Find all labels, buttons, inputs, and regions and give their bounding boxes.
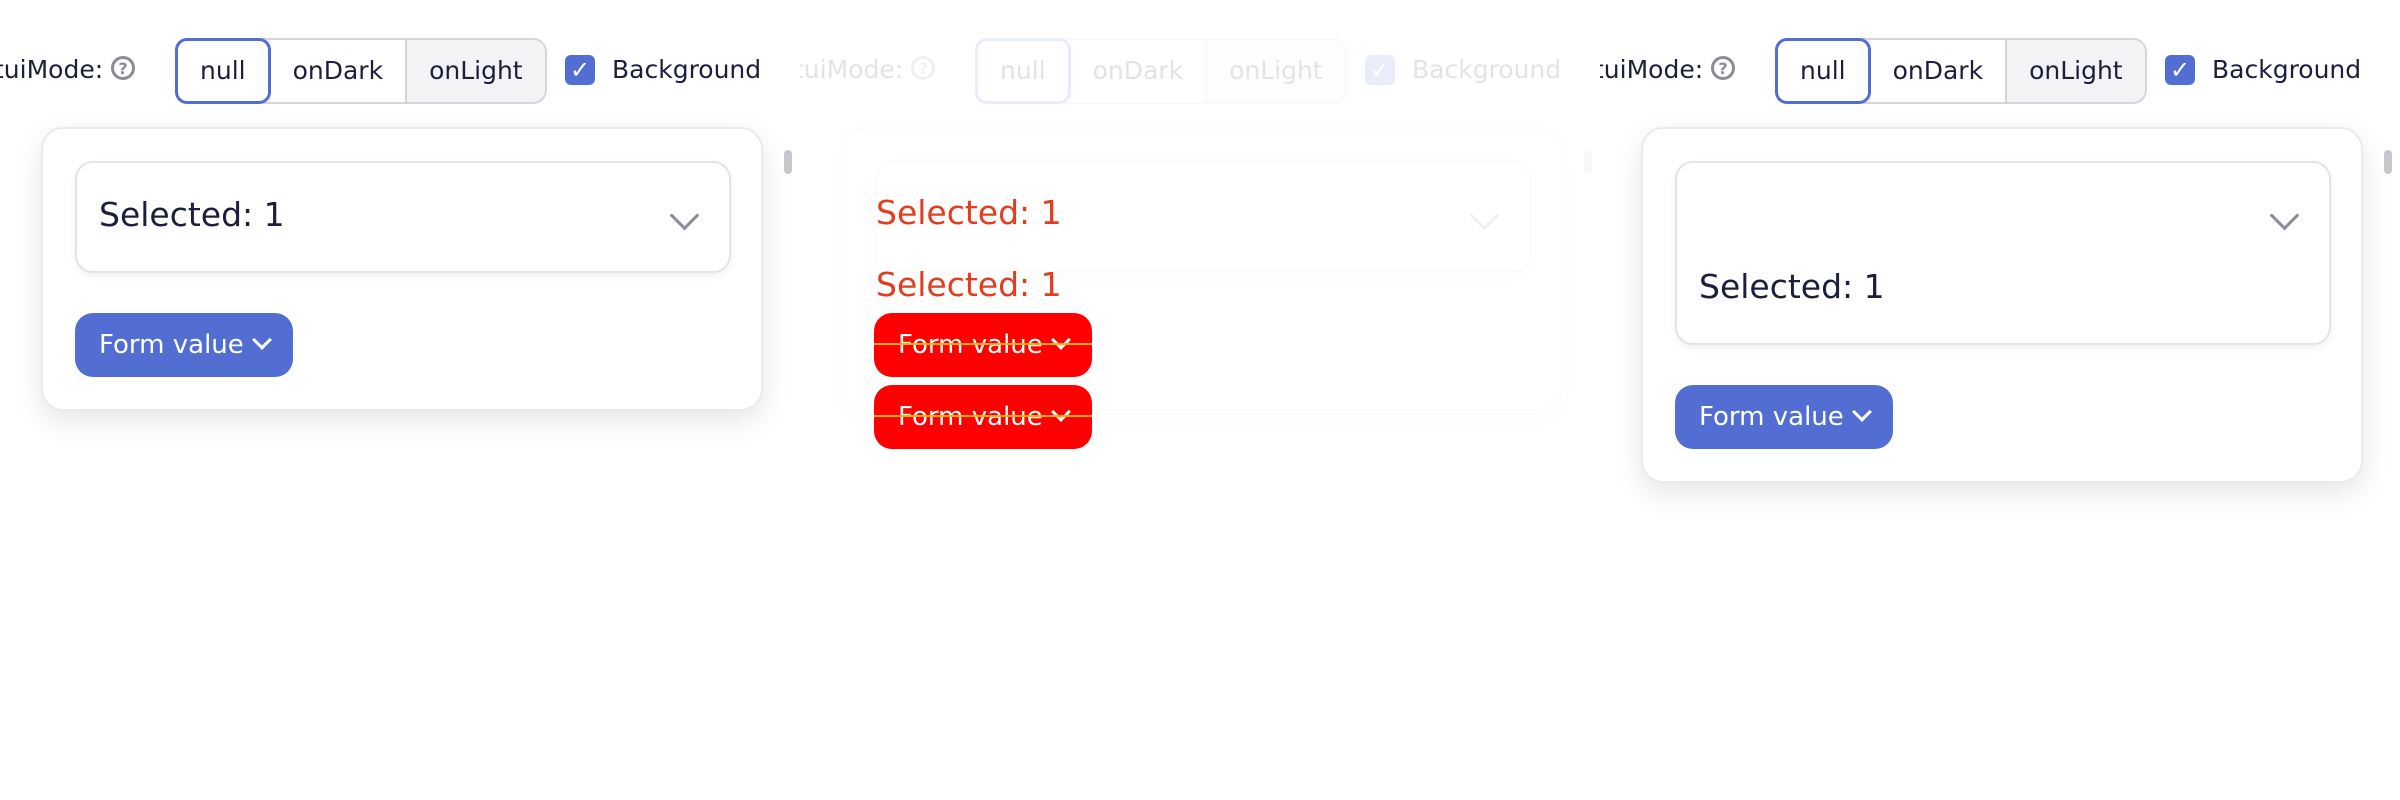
toolbar: tuiMode: ? null onDark onLight ✓ Backgro… (1600, 38, 2400, 104)
chevron-down-icon (669, 200, 700, 231)
diff-select-value: Selected: 1 (876, 265, 1062, 304)
background-checkbox-label[interactable]: Background (2212, 38, 2361, 102)
mode-option-onlight[interactable]: onLight (2007, 40, 2145, 102)
diff-form-value-button: Form value (874, 385, 1092, 449)
diff-select-value: Selected: 1 (876, 193, 1062, 232)
chevron-down-icon (2269, 200, 2300, 231)
form-value-button[interactable]: Form value (1675, 385, 1893, 449)
question-circle-icon[interactable]: ? (1711, 56, 1735, 80)
form-value-label: Form value (898, 330, 1043, 360)
form-value-label: Form value (898, 402, 1043, 432)
tuimode-label: tuiMode: (0, 55, 104, 84)
tuimode-segmented-control: null onDark onLight (175, 38, 547, 104)
panel-diff: tuiMode: ? null onDark onLight ✓ Backgro… (800, 0, 1600, 800)
mode-option-ondark[interactable]: onDark (1870, 40, 2008, 102)
chevron-down-icon (1051, 330, 1071, 350)
diff-form-value-button: Form value (874, 313, 1092, 377)
background-checkbox-label[interactable]: Background (612, 38, 761, 102)
select-value: Selected: 1 (99, 195, 285, 234)
tuimode-label: tuiMode: (1600, 55, 1704, 84)
select-field[interactable]: Selected: 1 (75, 161, 731, 273)
panel-expected: tuiMode: ? null onDark onLight ✓ Backgro… (0, 0, 800, 800)
mode-option-null[interactable]: null (175, 38, 271, 104)
select-value: Selected: 1 (1699, 267, 1885, 306)
toolbar: tuiMode: ? null onDark onLight ✓ Backgro… (0, 38, 800, 104)
background-checkbox[interactable]: ✓ (2165, 55, 2195, 85)
mode-option-null[interactable]: null (1775, 38, 1871, 104)
form-value-label: Form value (1699, 402, 1844, 432)
chevron-down-icon (252, 330, 272, 350)
select-field[interactable]: Selected: 1 (1675, 161, 2331, 345)
tuimode-segmented-control: null onDark onLight (1775, 38, 2147, 104)
form-value-button[interactable]: Form value (75, 313, 293, 377)
question-circle-icon[interactable]: ? (111, 56, 135, 80)
mode-option-onlight[interactable]: onLight (407, 40, 545, 102)
diff-overlay: Selected: 1 Selected: 1 Form value Form … (800, 0, 1600, 800)
chevron-down-icon (1852, 402, 1872, 422)
scrollbar[interactable] (784, 150, 792, 174)
form-value-label: Form value (99, 330, 244, 360)
background-checkbox[interactable]: ✓ (565, 55, 595, 85)
mode-option-ondark[interactable]: onDark (270, 40, 408, 102)
panel-actual: tuiMode: ? null onDark onLight ✓ Backgro… (1600, 0, 2400, 800)
scrollbar[interactable] (2384, 150, 2392, 174)
demo-card: Selected: 1 Form value (1641, 127, 2363, 483)
chevron-down-icon (1051, 402, 1071, 422)
demo-card: Selected: 1 Form value (41, 127, 763, 411)
